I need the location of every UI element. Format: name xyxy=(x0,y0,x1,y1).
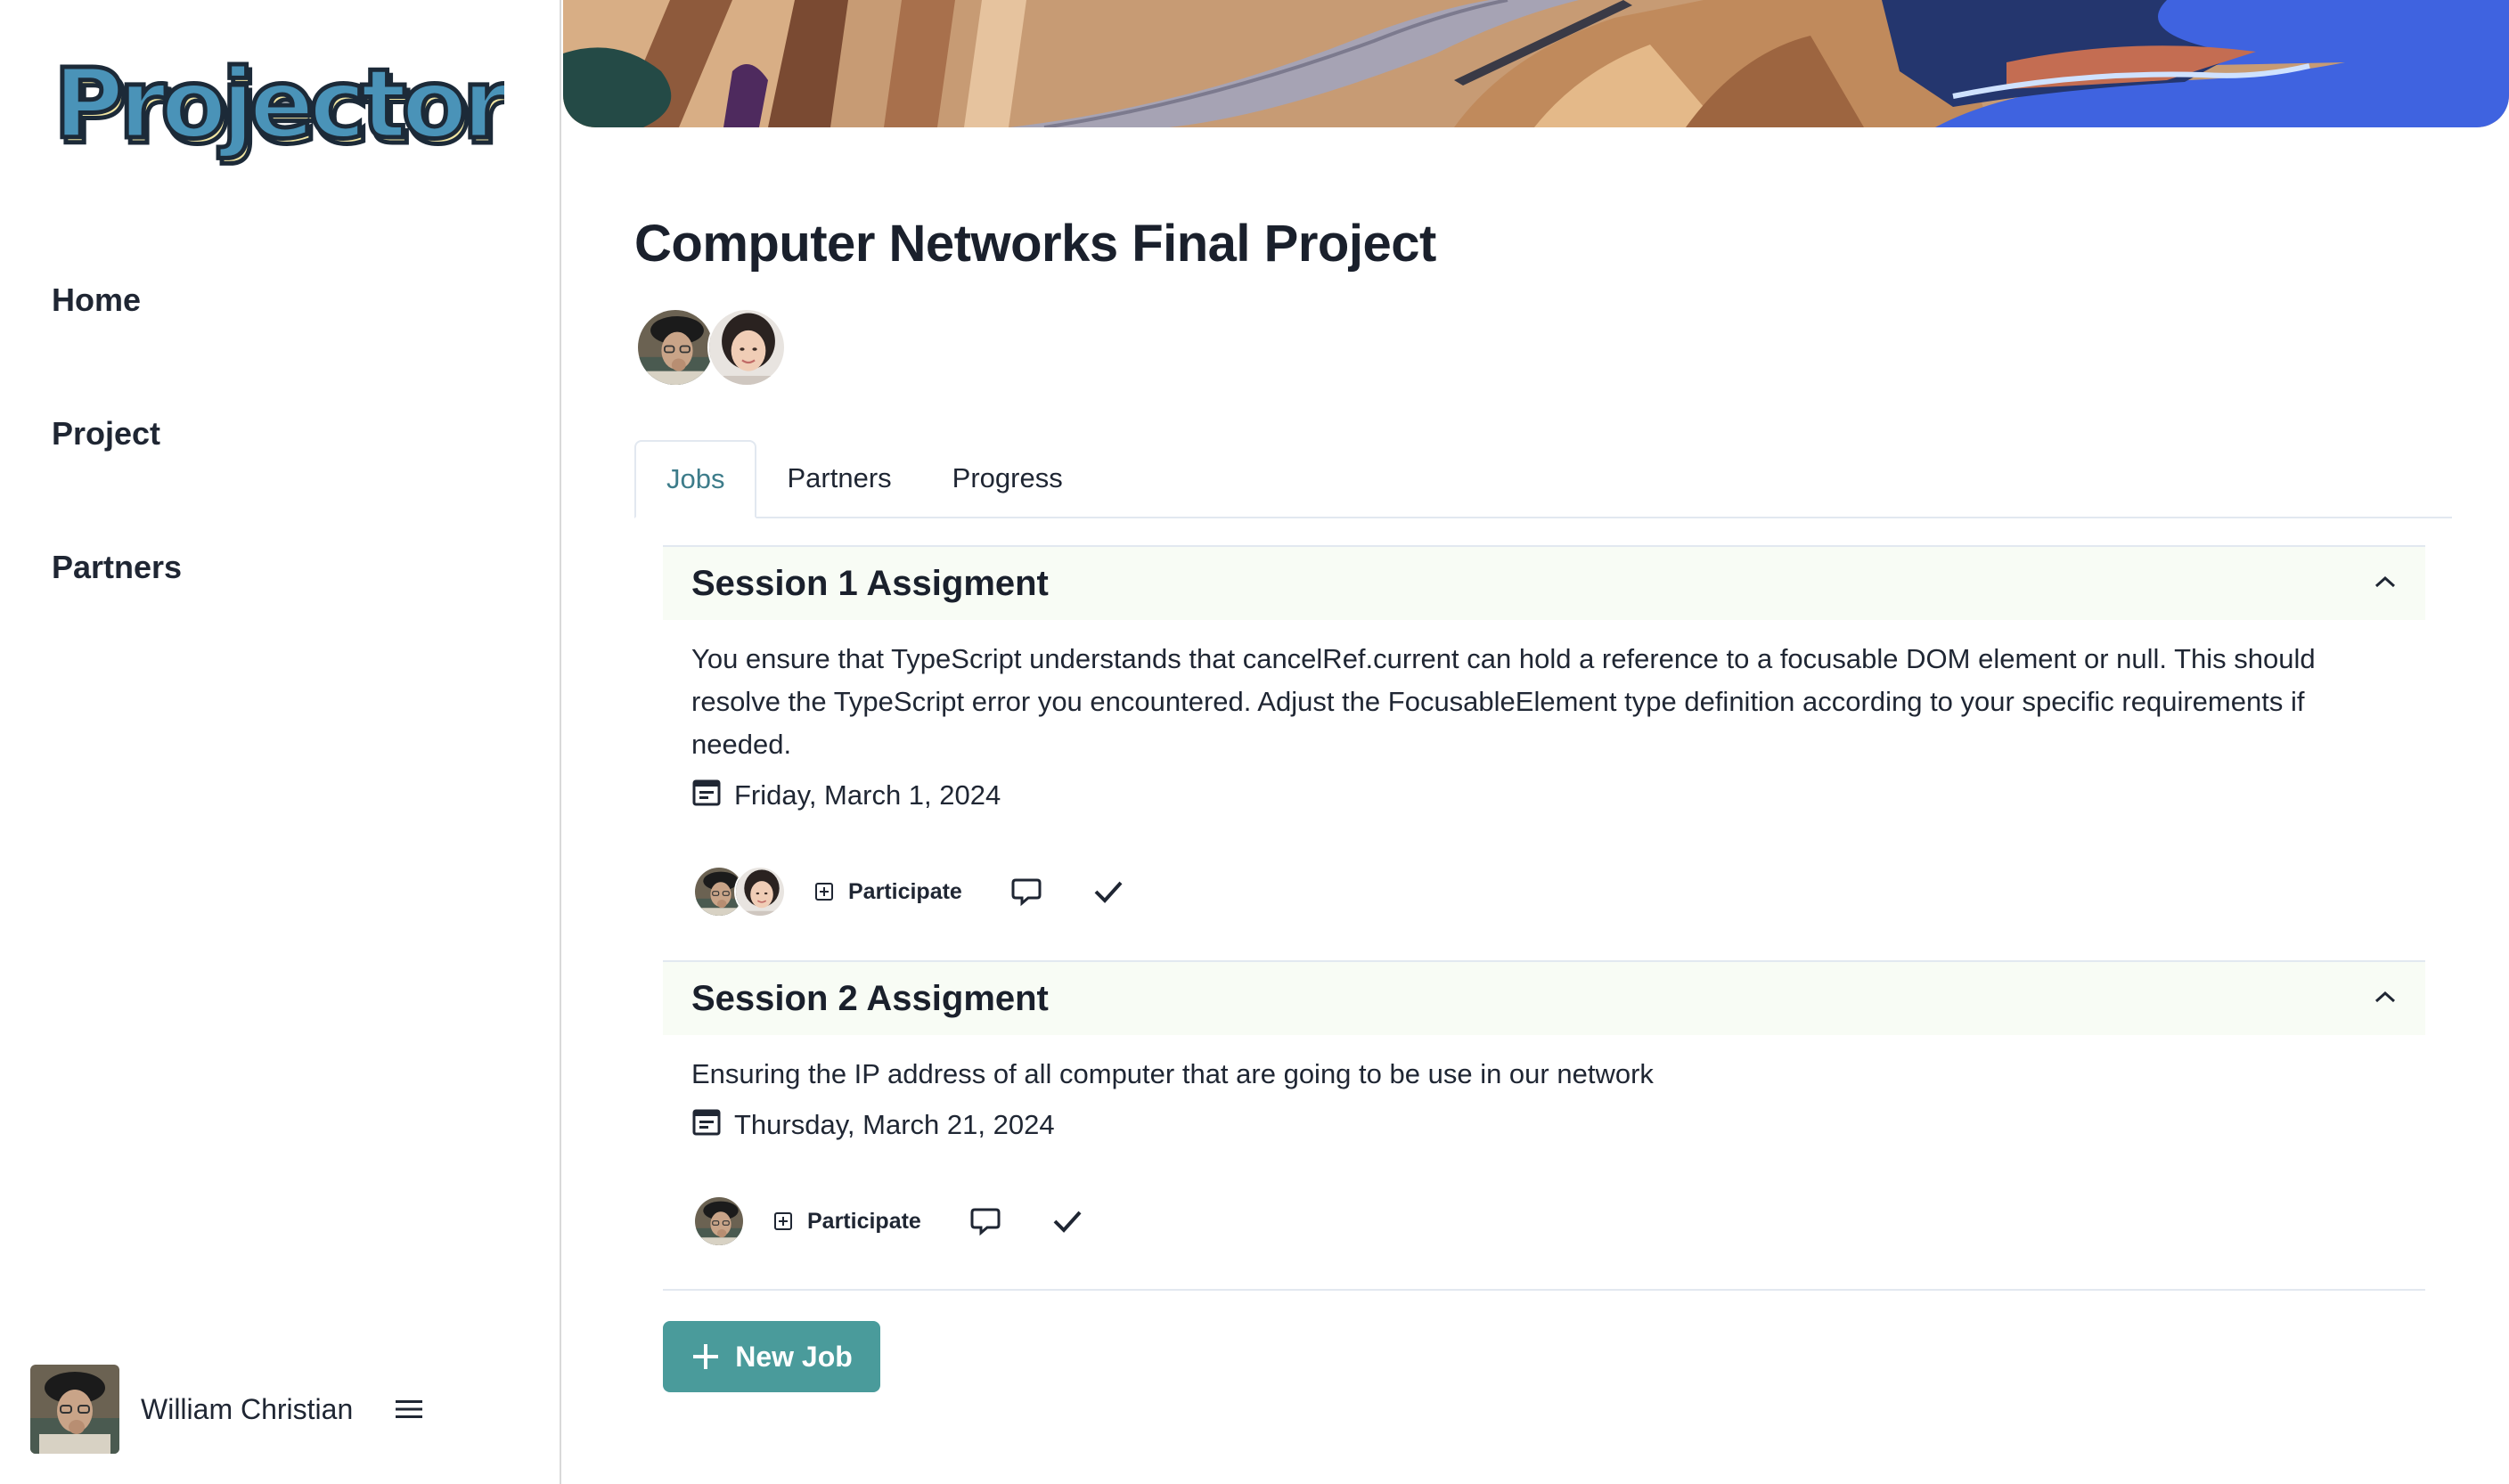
avatar[interactable] xyxy=(636,308,715,387)
svg-text:Projector: Projector xyxy=(53,52,504,160)
divider xyxy=(663,1289,2425,1291)
user-name: William Christian xyxy=(141,1392,354,1425)
participate-label: Participate xyxy=(848,878,962,904)
new-job-button[interactable]: New Job xyxy=(663,1321,880,1392)
participate-label: Participate xyxy=(807,1208,921,1234)
participate-button[interactable]: Participate xyxy=(773,1209,921,1235)
avatar[interactable] xyxy=(693,1195,745,1247)
user-profile: William Christian xyxy=(30,1365,529,1454)
avatar[interactable] xyxy=(734,866,786,917)
new-job-label: New Job xyxy=(735,1340,853,1373)
plus-icon xyxy=(693,1344,719,1369)
job-date: Thursday, March 21, 2024 xyxy=(691,1106,2397,1144)
job-date: Friday, March 1, 2024 xyxy=(691,777,2397,814)
comment-icon[interactable] xyxy=(968,1203,1003,1239)
tab-jobs[interactable]: Jobs xyxy=(634,440,757,518)
job-participants xyxy=(693,866,786,917)
job-description: Ensuring the IP address of all computer … xyxy=(691,1058,1654,1089)
check-icon[interactable] xyxy=(1091,874,1126,909)
chevron-up-icon[interactable] xyxy=(2374,990,2397,1008)
sidebar-item-home[interactable]: Home xyxy=(52,281,141,319)
participate-button[interactable]: Participate xyxy=(814,879,962,905)
job-card: Session 2 Assigment Ensuring the IP addr… xyxy=(663,960,2425,1247)
project-tabs: Jobs Partners Progress xyxy=(634,440,2452,518)
job-title: Session 1 Assigment xyxy=(691,563,1049,603)
job-card: Session 1 Assigment You ensure that Type… xyxy=(663,545,2425,917)
avatar[interactable] xyxy=(707,308,786,387)
job-participants xyxy=(693,1195,745,1247)
job-accordion-header[interactable]: Session 2 Assigment xyxy=(663,962,2425,1035)
job-date-text: Friday, March 1, 2024 xyxy=(734,779,1001,811)
tab-progress[interactable]: Progress xyxy=(922,440,1093,517)
chevron-up-icon[interactable] xyxy=(2374,575,2397,593)
job-date-text: Thursday, March 21, 2024 xyxy=(734,1109,1055,1140)
job-description: You ensure that TypeScript understands t… xyxy=(691,643,2316,760)
hamburger-menu-icon[interactable] xyxy=(394,1394,424,1424)
calendar-icon xyxy=(691,777,734,814)
calendar-icon xyxy=(691,1106,734,1144)
job-actions: Participate xyxy=(693,1195,2425,1247)
header-banner-image xyxy=(563,0,2509,127)
sidebar: Projector Projector Home Project Partner… xyxy=(0,0,561,1484)
projector-logo[interactable]: Projector Projector xyxy=(50,47,521,168)
plus-square-icon xyxy=(774,1212,792,1230)
avatar[interactable] xyxy=(30,1365,119,1454)
page-title: Computer Networks Final Project xyxy=(634,215,1436,273)
comment-icon[interactable] xyxy=(1009,874,1044,909)
job-title: Session 2 Assigment xyxy=(691,978,1049,1018)
job-accordion-header[interactable]: Session 1 Assigment xyxy=(663,547,2425,620)
plus-square-icon xyxy=(815,883,833,901)
check-icon[interactable] xyxy=(1050,1203,1085,1239)
sidebar-item-project[interactable]: Project xyxy=(52,415,160,453)
project-members xyxy=(636,308,786,390)
sidebar-item-partners[interactable]: Partners xyxy=(52,549,182,586)
job-actions: Participate xyxy=(693,866,2425,917)
tab-partners[interactable]: Partners xyxy=(756,440,921,517)
